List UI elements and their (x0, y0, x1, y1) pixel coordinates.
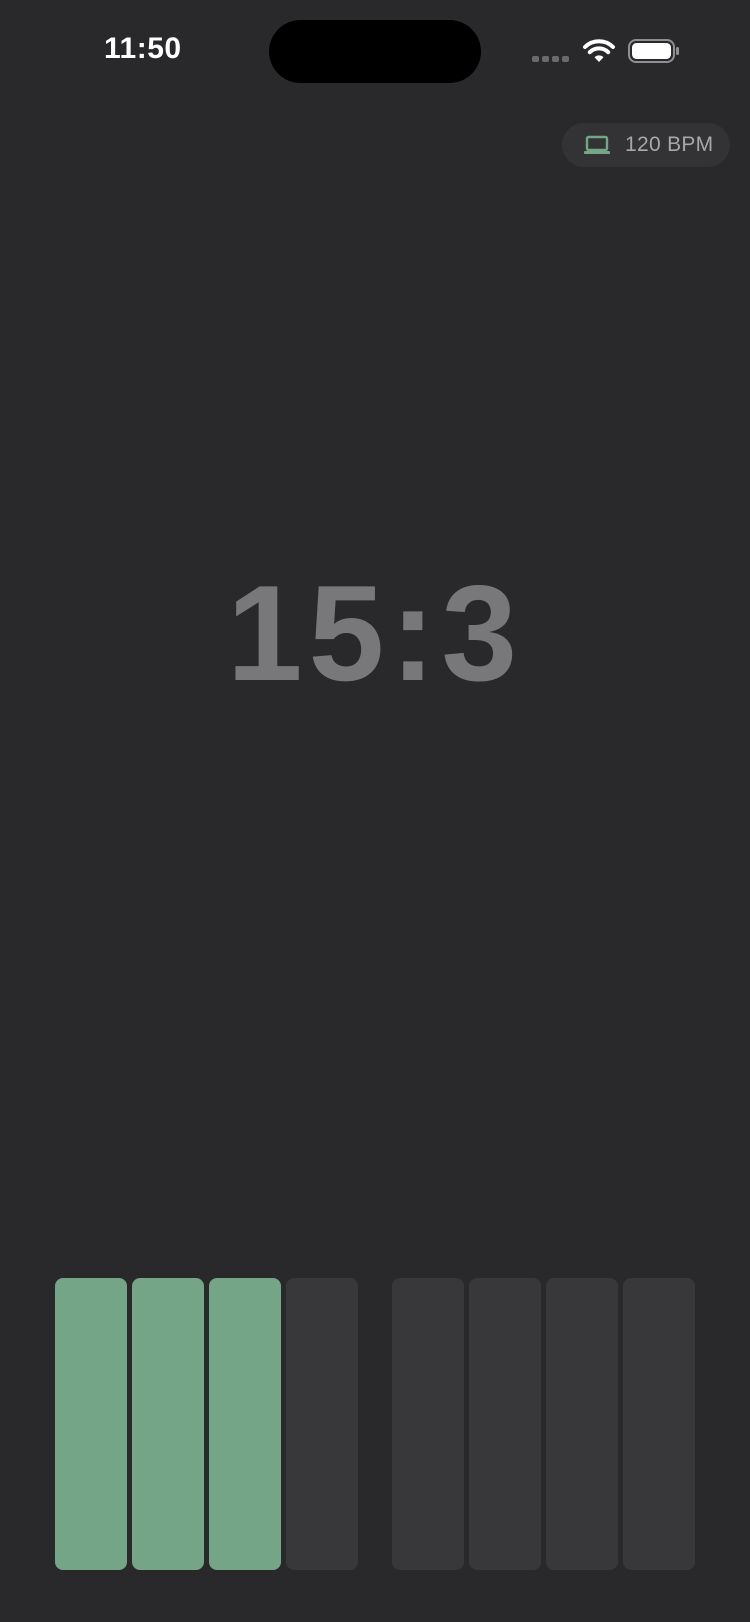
beat-bar[interactable] (392, 1278, 464, 1570)
beat-bar[interactable] (132, 1278, 204, 1570)
beat-bar[interactable] (546, 1278, 618, 1570)
beat-bar[interactable] (286, 1278, 358, 1570)
beat-bar[interactable] (469, 1278, 541, 1570)
tempo-button[interactable]: 120 BPM (562, 123, 730, 167)
beat-bar[interactable] (623, 1278, 695, 1570)
bar-beat-counter: 15:3 (226, 557, 524, 709)
wifi-icon (583, 39, 615, 62)
tempo-label: 120 BPM (625, 133, 714, 156)
laptop-icon (584, 135, 610, 154)
battery-icon (628, 39, 679, 63)
metronome-screen: 11:50 120 BPM 15:3 (0, 0, 750, 1622)
beat-bar[interactable] (55, 1278, 127, 1570)
beat-bar[interactable] (209, 1278, 281, 1570)
dynamic-island (269, 20, 481, 83)
status-time: 11:50 (104, 32, 182, 65)
cellular-signal-icon (532, 56, 569, 62)
